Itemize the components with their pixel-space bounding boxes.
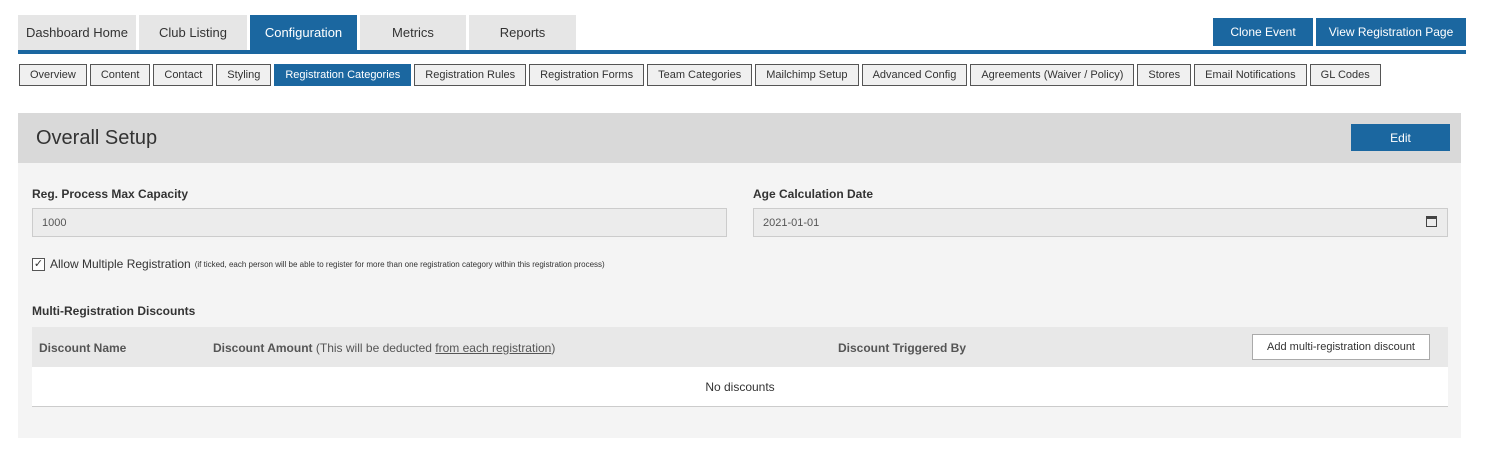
- allow-multiple-registration[interactable]: ✓ Allow Multiple Registration (if ticked…: [32, 257, 605, 271]
- tab-metrics[interactable]: Metrics: [360, 15, 466, 50]
- panel-title: Overall Setup: [36, 127, 158, 149]
- subtab-registration-categories[interactable]: Registration Categories: [274, 64, 412, 86]
- subtab-styling[interactable]: Styling: [216, 64, 272, 86]
- empty-row: No discounts: [32, 367, 1448, 407]
- note-post: ): [551, 341, 556, 355]
- add-multi-registration-discount-button[interactable]: Add multi-registration discount: [1252, 334, 1430, 360]
- allow-multiple-checkbox[interactable]: ✓: [32, 257, 45, 271]
- view-registration-page-button[interactable]: View Registration Page: [1316, 18, 1466, 46]
- note-link: from each registration: [435, 341, 552, 355]
- edit-button[interactable]: Edit: [1351, 124, 1450, 151]
- overall-setup-panel: Overall Setup Edit Reg. Process Max Capa…: [18, 113, 1461, 438]
- col-discount-trigger: Discount Triggered By: [838, 341, 967, 355]
- tab-divider: [18, 50, 1466, 54]
- subtab-registration-forms[interactable]: Registration Forms: [529, 64, 645, 86]
- discounts-table-header: Discount Name Discount Amount (This will…: [32, 327, 1448, 367]
- subtab-team-categories[interactable]: Team Categories: [647, 64, 753, 86]
- subtab-content[interactable]: Content: [89, 64, 151, 86]
- subtab-email-notifications[interactable]: Email Notifications: [1194, 64, 1307, 86]
- allow-multiple-label: Allow Multiple Registration: [50, 257, 191, 271]
- subtab-contact[interactable]: Contact: [153, 64, 214, 86]
- max-capacity-label: Reg. Process Max Capacity: [32, 187, 189, 201]
- calendar-icon[interactable]: [1426, 216, 1437, 227]
- subtab-agreements[interactable]: Agreements (Waiver / Policy): [970, 64, 1135, 86]
- note-pre: (This will be deducted: [315, 341, 436, 355]
- tab-configuration[interactable]: Configuration: [250, 15, 357, 50]
- no-discounts-text: No discounts: [705, 379, 775, 394]
- subtab-registration-rules[interactable]: Registration Rules: [414, 64, 527, 86]
- subtab-advanced-config[interactable]: Advanced Config: [861, 64, 968, 86]
- subtab-overview[interactable]: Overview: [19, 64, 87, 86]
- col-discount-amount: Discount Amount (This will be deducted f…: [213, 341, 555, 355]
- subtab-mailchimp-setup[interactable]: Mailchimp Setup: [755, 64, 859, 86]
- col-discount-name: Discount Name: [39, 341, 127, 355]
- tab-reports[interactable]: Reports: [469, 15, 576, 50]
- main-tabs: Dashboard Home Club Listing Configuratio…: [18, 15, 576, 50]
- sub-tabs: Overview Content Contact Styling Registr…: [19, 64, 1381, 86]
- allow-multiple-hint: (if ticked, each person will be able to …: [194, 259, 605, 269]
- clone-event-button[interactable]: Clone Event: [1213, 18, 1313, 46]
- tab-dashboard-home[interactable]: Dashboard Home: [18, 15, 136, 50]
- age-date-label: Age Calculation Date: [753, 187, 874, 201]
- subtab-gl-codes[interactable]: GL Codes: [1309, 64, 1381, 86]
- age-date-input[interactable]: 2021-01-01: [753, 208, 1448, 237]
- max-capacity-input[interactable]: 1000: [32, 208, 727, 237]
- panel-header: Overall Setup Edit: [18, 113, 1461, 163]
- col-amount-label: Discount Amount: [213, 341, 313, 355]
- subtab-stores[interactable]: Stores: [1137, 64, 1192, 86]
- col-amount-note: (This will be deducted from each registr…: [316, 341, 555, 355]
- discounts-title: Multi-Registration Discounts: [32, 304, 196, 318]
- tab-club-listing[interactable]: Club Listing: [139, 15, 247, 50]
- age-date-value: 2021-01-01: [763, 216, 820, 229]
